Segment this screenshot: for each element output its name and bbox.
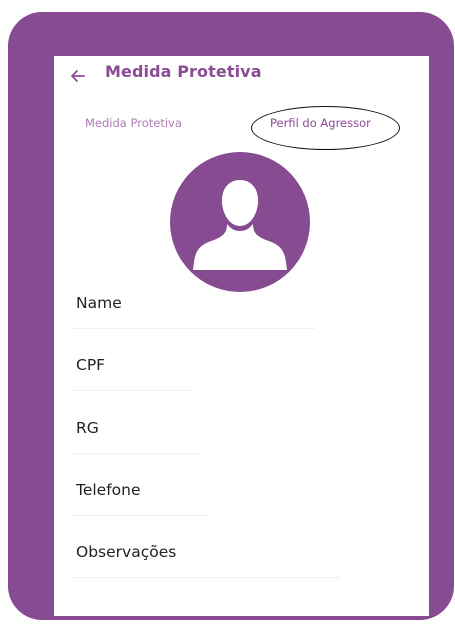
cpf-field[interactable]: CPF [54, 356, 429, 400]
telefone-field[interactable]: Telefone [54, 481, 429, 525]
rg-field[interactable]: RG [54, 419, 429, 463]
tab-medida-protetiva[interactable]: Medida Protetiva [85, 116, 182, 130]
device-frame: Medida Protetiva Medida Protetiva Perfil… [8, 12, 454, 620]
avatar[interactable] [170, 152, 310, 292]
name-field[interactable]: Name [54, 294, 429, 338]
cpf-input-underline [70, 390, 190, 391]
user-silhouette-icon [193, 180, 287, 270]
telefone-input-underline [70, 515, 210, 516]
name-input-underline [70, 328, 315, 329]
tab-perfil-do-agressor[interactable]: Perfil do Agressor [270, 116, 371, 130]
arrow-left-icon [71, 70, 85, 82]
rg-input-underline [70, 453, 200, 454]
tab-bar: Medida Protetiva Perfil do Agressor [54, 106, 429, 150]
app-screen: Medida Protetiva Medida Protetiva Perfil… [54, 56, 429, 616]
observacoes-label: Observações [76, 543, 177, 561]
name-label: Name [76, 294, 122, 312]
page-title: Medida Protetiva [105, 62, 262, 81]
rg-label: RG [76, 419, 99, 437]
app-header: Medida Protetiva [54, 56, 429, 96]
telefone-label: Telefone [76, 481, 141, 499]
cpf-label: CPF [76, 356, 106, 374]
observacoes-field[interactable]: Observações [54, 543, 429, 587]
back-button[interactable] [68, 66, 88, 86]
observacoes-input-underline [70, 577, 340, 578]
